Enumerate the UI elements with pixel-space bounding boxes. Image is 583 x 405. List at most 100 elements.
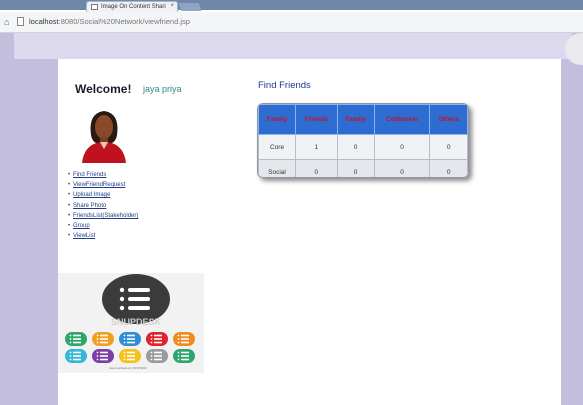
logo-tile-line: [100, 358, 108, 361]
logo-tile-line: [127, 334, 135, 337]
logo-tile-line: [181, 341, 189, 344]
nav-item-view-friend-request: • ViewFriendRequest: [68, 182, 126, 189]
logo-tile-line: [73, 338, 81, 340]
column-header: Collburker: [373, 104, 431, 135]
table-cell: Core: [258, 134, 297, 160]
logo-tile-line: [73, 334, 81, 337]
logo-graphic: SNUPDESK www.snupdesk.com SNUPDESK: [65, 274, 195, 370]
logo-tile-line: [100, 338, 108, 340]
table-cell: 0: [429, 159, 468, 177]
table-cell: 0: [429, 134, 468, 160]
logo-tile-dot: [69, 351, 72, 354]
logo-tile-dot: [177, 334, 180, 337]
content-panel: Welcome! jaya priya • Find Friends • ViewF…: [58, 59, 561, 405]
logo-tile-dot: [123, 341, 126, 344]
logo-tile-line: [127, 351, 135, 354]
logo-tile-dot: [96, 341, 99, 344]
column-header: Friends: [295, 104, 338, 135]
tab-close-icon[interactable]: ×: [170, 3, 174, 9]
logo-faded-text: SNUPDESK: [111, 317, 162, 327]
logo-tile-dot: [150, 358, 153, 361]
page-viewport: Welcome! jaya priya • Find Friends • ViewF…: [0, 33, 583, 405]
logo-tile-line: [100, 334, 108, 337]
logo-tile-dot: [96, 358, 99, 361]
new-tab-button[interactable]: [178, 3, 202, 11]
logo-tile-line: [181, 358, 189, 361]
logo-tile-line: [73, 355, 81, 357]
browser-toolbar: ⌂ localhost:8080/Social%20Network/viewfr…: [0, 12, 583, 33]
url-host: localhost: [29, 17, 59, 26]
logo-tile-dot: [96, 338, 99, 340]
side-round-button[interactable]: [565, 33, 583, 65]
table-cell: 0: [373, 134, 431, 160]
logo-tile-line: [127, 358, 135, 361]
logo-small-text: www.snupdesk.com SNUPDESK: [109, 366, 147, 370]
logo-tile-dot: [123, 338, 126, 340]
find-friends-link[interactable]: Find Friends: [73, 172, 106, 178]
logo-tile-dot: [123, 351, 126, 354]
logo-tile-dot: [69, 338, 72, 340]
logo-tile-dot: [150, 355, 153, 357]
logo-tile-line: [154, 358, 162, 361]
logo-tile-dot: [150, 338, 153, 340]
table-cell: 1: [295, 134, 338, 160]
logo-tile-line: [154, 338, 162, 340]
table-cell: 0: [336, 134, 375, 160]
table-cell: Social: [258, 159, 297, 177]
logo-tile-line: [73, 341, 81, 344]
logo-tile-dot: [177, 358, 180, 361]
logo-tile-dot: [123, 334, 126, 337]
logo-tile-line: [127, 338, 135, 340]
logo-tile-dot: [69, 355, 72, 357]
column-header: Family: [258, 104, 297, 135]
table-cell: 0: [295, 159, 338, 177]
username-label: jaya priya: [143, 84, 182, 94]
friends-list-link[interactable]: FriendsList(Stakeholder): [73, 213, 138, 219]
logo-tile-dot: [69, 341, 72, 344]
upload-image-link[interactable]: Upload Image: [73, 192, 110, 198]
logo-tile-dot: [69, 358, 72, 361]
logo-tile-line: [181, 338, 189, 340]
logo-tile-line: [154, 351, 162, 354]
browser-tab-strip: Image On Content Shari ×: [0, 0, 583, 12]
nav-item-share-photo: • Share Photo: [68, 202, 107, 209]
logo-tile-dot: [150, 351, 153, 354]
column-header: Others: [429, 104, 468, 135]
logo-tile-line: [73, 351, 81, 354]
logo-tile-dot: [150, 334, 153, 337]
page-favicon-icon: [91, 4, 98, 10]
logo-tile-dot: [177, 341, 180, 344]
table-row: Core 1 0 0 0: [258, 134, 468, 160]
home-icon[interactable]: ⌂: [4, 17, 9, 27]
logo-tile-line: [100, 341, 108, 344]
logo-tile-dot: [177, 351, 180, 354]
url-path: :8080/Social%20Network/viewfriend.jsp: [58, 17, 190, 26]
welcome-heading: Welcome!: [75, 82, 132, 96]
view-list-link[interactable]: ViewList: [73, 233, 95, 239]
snupdesk-logo: SNUPDESK www.snupdesk.com SNUPDESK: [58, 273, 204, 373]
group-link[interactable]: Group: [73, 223, 90, 229]
logo-tile-line: [154, 341, 162, 344]
logo-tile-line: [127, 341, 135, 344]
logo-tile-dot: [177, 355, 180, 357]
logo-tile-line: [181, 355, 189, 357]
address-bar[interactable]: localhost:8080/Social%20Network/viewfrie…: [29, 17, 190, 26]
view-friend-request-link[interactable]: ViewFriendRequest: [73, 182, 125, 188]
logo-tile-dot: [123, 355, 126, 357]
logo-tile-line: [181, 351, 189, 354]
nav-item-view-list: • ViewList: [68, 233, 96, 240]
page-banner: [14, 33, 572, 59]
browser-tab[interactable]: Image On Content Shari ×: [86, 1, 178, 12]
nav-item-upload-image: • Upload Image: [68, 192, 111, 199]
share-photo-link[interactable]: Share Photo: [73, 203, 106, 209]
table-cell: 0: [373, 159, 431, 177]
logo-tile-dot: [150, 341, 153, 344]
sidebar-nav: • Find Friends • ViewFriendRequest • Upload…: [68, 170, 138, 241]
user-avatar: [82, 111, 126, 163]
logo-tile-dot: [96, 355, 99, 357]
table-row: Social 0 0 0 0: [258, 159, 468, 177]
logo-tile-dot: [96, 334, 99, 337]
logo-tile-dot: [69, 334, 72, 337]
logo-tile-dot: [123, 358, 126, 361]
column-header: Family: [336, 104, 375, 135]
